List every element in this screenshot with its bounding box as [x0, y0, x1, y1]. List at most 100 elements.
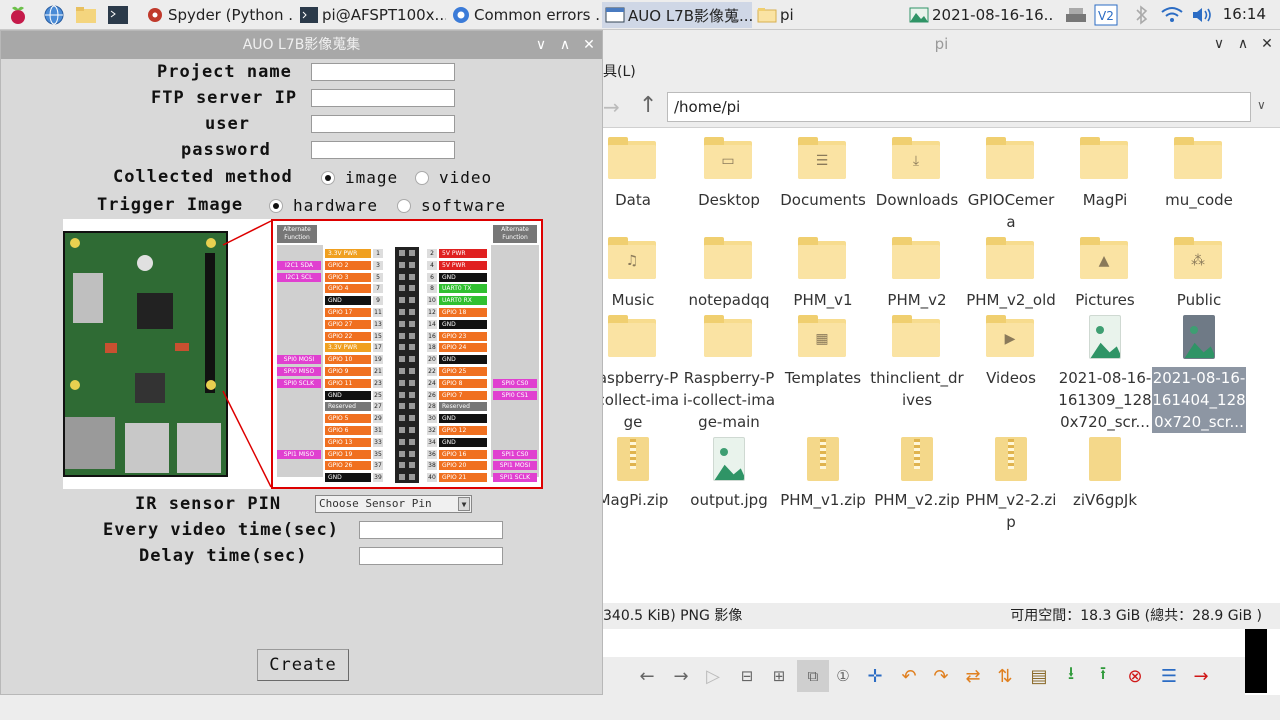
maximize-icon[interactable]: ∧: [1233, 34, 1253, 54]
radio-image[interactable]: image: [321, 168, 398, 187]
pin-dot: [399, 474, 405, 481]
file-manager-icon[interactable]: [74, 3, 98, 27]
file-item[interactable]: 2021-08-16-161404_1280x720_scr...: [1152, 315, 1246, 433]
project-name-input[interactable]: [311, 63, 455, 81]
wifi-icon[interactable]: [1160, 3, 1184, 27]
file-item[interactable]: ziV6gpJk: [1058, 437, 1152, 511]
file-item[interactable]: PHM_v1: [776, 237, 870, 311]
bluetooth-icon[interactable]: [1130, 3, 1154, 27]
pin-row-left: I2C1 SDA GPIO 23: [273, 260, 393, 271]
minimize-icon[interactable]: ∨: [531, 35, 551, 55]
pin-label: 5V PWR: [439, 260, 487, 270]
file-item[interactable]: PHM_v2_old: [964, 237, 1058, 311]
task-terminal[interactable]: pi@AFSPT100x...: [296, 2, 446, 28]
file-item[interactable]: ⤓ Downloads: [870, 137, 964, 211]
pin-number: 23: [373, 378, 383, 388]
file-item[interactable]: Raspberry-Pi-collect-image: [603, 315, 680, 433]
fullscreen-icon[interactable]: ✛: [863, 664, 887, 688]
rotate-left-icon[interactable]: ↶: [897, 664, 921, 688]
maximize-icon[interactable]: ∧: [555, 35, 575, 55]
forward-arrow-icon[interactable]: →: [603, 95, 620, 119]
file-item[interactable]: ♫ Music: [603, 237, 680, 311]
chevron-down-icon[interactable]: ▼: [458, 497, 470, 511]
file-item[interactable]: PHM_v2.zip: [870, 437, 964, 511]
file-item[interactable]: thinclient_drives: [870, 315, 964, 411]
file-item[interactable]: MagPi.zip: [603, 437, 680, 511]
file-item[interactable]: 2021-08-16-161309_1280x720_scr...: [1058, 315, 1152, 433]
password-input[interactable]: [311, 141, 455, 159]
file-item[interactable]: mu_code: [1152, 137, 1246, 211]
radio-hardware[interactable]: hardware: [269, 196, 378, 215]
path-input[interactable]: /home/pi: [667, 92, 1251, 122]
task-auo-app[interactable]: AUO L7B影像蒐...: [602, 2, 752, 28]
radio-video[interactable]: video: [415, 168, 492, 187]
file-item[interactable]: output.jpg: [682, 437, 776, 511]
zoom-out-icon[interactable]: ⊟: [735, 664, 759, 688]
menu-item-tools[interactable]: 具(L): [603, 64, 636, 80]
minimize-icon[interactable]: ∨: [1209, 34, 1229, 54]
raspberry-menu-icon[interactable]: [6, 3, 30, 27]
file-item[interactable]: ▲ Pictures: [1058, 237, 1152, 311]
flip-vertical-icon[interactable]: ⇅: [993, 664, 1017, 688]
task-spyder[interactable]: Spyder (Python ...: [142, 2, 294, 28]
rotate-right-icon[interactable]: ↷: [929, 664, 953, 688]
task-chromium[interactable]: Common errors ...: [448, 2, 600, 28]
eject-icon[interactable]: [1064, 3, 1088, 27]
open-file-icon[interactable]: ▤: [1027, 664, 1051, 688]
file-item[interactable]: ⁂ Public: [1152, 237, 1246, 311]
file-item[interactable]: ▶ Videos: [964, 315, 1058, 389]
file-item[interactable]: GPIOCemera: [964, 137, 1058, 233]
vnc-icon[interactable]: V2: [1094, 3, 1118, 27]
user-label: user: [205, 114, 250, 134]
exit-icon[interactable]: →: [1189, 664, 1213, 688]
sensor-pin-select[interactable]: Choose Sensor Pin ▼: [315, 495, 472, 513]
task-pi-folder[interactable]: pi: [754, 2, 904, 28]
delay-time-input[interactable]: [359, 547, 503, 565]
file-item[interactable]: ☰ Documents: [776, 137, 870, 211]
pin-number: 5: [373, 272, 383, 282]
file-item[interactable]: Raspberry-Pi-collect-image-main: [682, 315, 776, 433]
ftp-server-ip-input[interactable]: [311, 89, 455, 107]
next-icon[interactable]: →: [669, 664, 693, 688]
pin-dot: [399, 427, 405, 433]
file-item[interactable]: MagPi: [1058, 137, 1152, 211]
pin-label: Reserved: [325, 402, 371, 412]
web-browser-icon[interactable]: [42, 3, 66, 27]
fit-window-icon[interactable]: ⧉: [797, 660, 829, 692]
every-video-time-input[interactable]: [359, 521, 503, 539]
folder-icon: [757, 6, 777, 24]
task-label: 2021-08-16-16...: [932, 6, 1054, 24]
file-item[interactable]: notepadqq: [682, 237, 776, 311]
save-icon[interactable]: ⭳: [1059, 663, 1083, 688]
pin-dot: [409, 403, 415, 410]
zoom-in-icon[interactable]: ⊞: [767, 664, 791, 688]
file-item[interactable]: PHM_v2-2.zip: [964, 437, 1058, 533]
close-icon[interactable]: ✕: [1257, 34, 1277, 54]
volume-icon[interactable]: [1190, 3, 1214, 27]
file-item[interactable]: ▦ Templates: [776, 315, 870, 389]
file-item[interactable]: Data: [603, 137, 680, 211]
terminal-icon[interactable]: [106, 3, 130, 27]
pin-dot: [399, 309, 405, 315]
pin-alt-function: SPI1 MOSI: [493, 461, 537, 471]
close-icon[interactable]: ✕: [579, 35, 599, 55]
play-icon[interactable]: ▷: [701, 664, 725, 688]
up-arrow-icon[interactable]: ↑: [639, 93, 657, 118]
previous-icon[interactable]: ←: [635, 664, 659, 688]
create-button[interactable]: Create: [257, 649, 349, 681]
delete-icon[interactable]: ⊗: [1123, 664, 1147, 688]
chevron-down-icon[interactable]: ∨: [1257, 98, 1266, 112]
original-size-icon[interactable]: ①: [831, 664, 855, 688]
file-item[interactable]: PHM_v1.zip: [776, 437, 870, 511]
user-input[interactable]: [311, 115, 455, 133]
radio-software[interactable]: software: [397, 196, 506, 215]
image-file-icon: [704, 437, 754, 481]
file-item[interactable]: ▭ Desktop: [682, 137, 776, 211]
folder-icon: ☰: [798, 137, 848, 181]
file-item[interactable]: PHM_v2: [870, 237, 964, 311]
clock[interactable]: 16:14: [1223, 5, 1266, 23]
flip-horizontal-icon[interactable]: ⇄: [961, 664, 985, 688]
task-image-viewer[interactable]: 2021-08-16-16...: [906, 2, 1054, 28]
preferences-icon[interactable]: ☰: [1157, 664, 1181, 688]
save-as-icon[interactable]: ⭱: [1091, 663, 1115, 688]
